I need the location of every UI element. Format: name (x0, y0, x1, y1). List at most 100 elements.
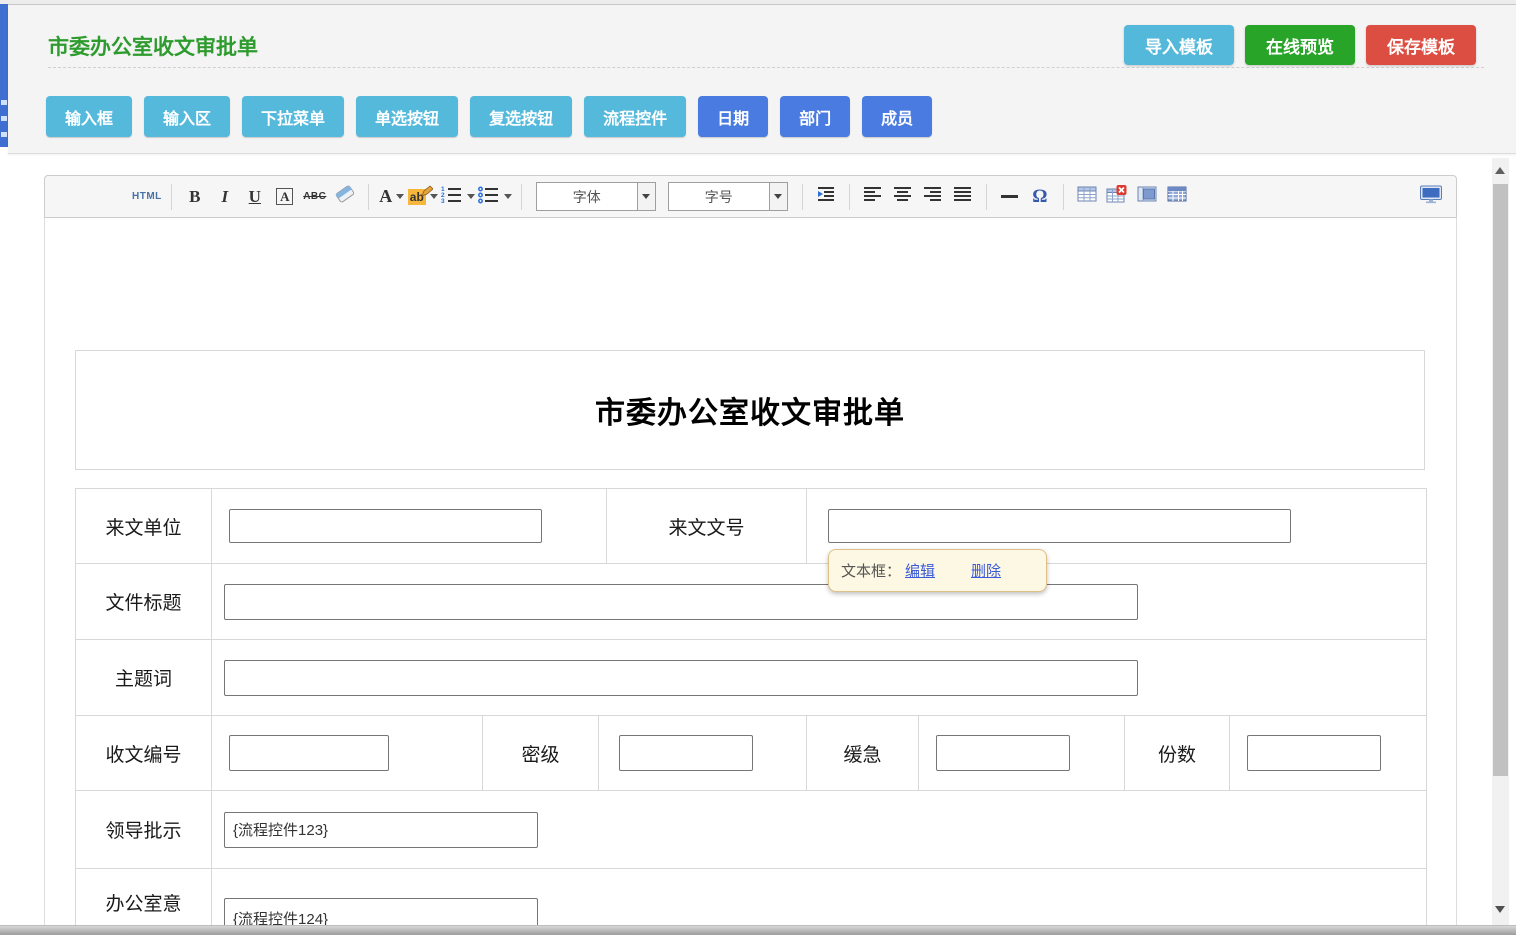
input-cell (212, 564, 1426, 639)
label-cell: 来文文号 (607, 489, 807, 563)
save-template-button[interactable]: 保存模板 (1366, 25, 1476, 65)
chevron-down-icon (467, 194, 475, 199)
indent-icon (816, 184, 836, 209)
sliver-mark (1, 132, 7, 137)
form-title: 市委办公室收文审批单 (595, 388, 905, 432)
toolbar-separator (802, 184, 803, 210)
unordered-list-icon (477, 184, 500, 209)
input-cell (212, 640, 1426, 715)
strikethrough-button[interactable]: ABC (301, 182, 329, 212)
align-left-icon (863, 185, 882, 209)
label-cell: 份数 (1125, 716, 1230, 790)
align-justify-button[interactable] (949, 182, 977, 212)
insert-member-button[interactable]: 成员 (862, 96, 932, 137)
highlight-color-button[interactable]: ab (408, 182, 438, 212)
label-cell: 来文单位 (76, 489, 212, 563)
pencil-icon (421, 184, 433, 202)
align-justify-icon (953, 185, 972, 209)
font-color-button[interactable]: A (378, 182, 406, 212)
table-properties-button[interactable] (1163, 182, 1191, 212)
urgency-input[interactable] (936, 735, 1070, 771)
bold-button[interactable]: B (181, 182, 209, 212)
import-template-button[interactable]: 导入模板 (1124, 25, 1234, 65)
ordered-list-button[interactable]: 123 (440, 182, 475, 212)
form-title-box: 市委办公室收文审批单 (75, 350, 1425, 470)
special-char-button[interactable]: Ω (1026, 182, 1054, 212)
left-window-sliver (0, 4, 8, 147)
insert-date-button[interactable]: 日期 (698, 96, 768, 137)
align-left-button[interactable] (859, 182, 887, 212)
label-cell: 密级 (483, 716, 599, 790)
horizontal-rule-icon (1001, 195, 1018, 198)
insert-radio-button[interactable]: 单选按钮 (356, 96, 458, 137)
scroll-up-arrow-icon[interactable] (1495, 167, 1505, 174)
input-cell (212, 489, 607, 563)
scrollbar-thumb[interactable] (1493, 184, 1508, 776)
incoming-number-input[interactable] (828, 509, 1291, 543)
remove-format-button[interactable] (331, 182, 359, 212)
eraser-icon (334, 184, 356, 209)
copies-count-input[interactable] (1247, 735, 1381, 771)
control-buttons-row: 输入框 输入区 下拉菜单 单选按钮 复选按钮 流程控件 日期 部门 成员 (46, 96, 932, 137)
align-right-button[interactable] (919, 182, 947, 212)
header-divider (48, 67, 1484, 68)
toolbar-separator (986, 184, 987, 210)
chevron-down-icon (774, 194, 782, 199)
italic-button[interactable]: I (211, 182, 239, 212)
vertical-scrollbar[interactable] (1492, 158, 1509, 925)
input-cell (212, 716, 483, 790)
font-family-select[interactable]: 字体 (536, 182, 656, 211)
align-right-icon (923, 185, 942, 209)
toolbar-separator (521, 184, 522, 210)
input-cell (212, 791, 1426, 868)
insert-input-box-button[interactable]: 输入框 (46, 96, 132, 137)
leader-instructions-input[interactable] (224, 812, 538, 848)
merge-cells-icon (1137, 185, 1157, 208)
fullscreen-button[interactable] (1417, 182, 1445, 212)
secrecy-level-input[interactable] (619, 735, 753, 771)
edit-control-link[interactable]: 编辑 (905, 560, 935, 581)
chevron-down-icon (642, 194, 650, 199)
serial-number-input[interactable] (229, 735, 389, 771)
toolbar-separator (368, 184, 369, 210)
horizontal-rule-button[interactable] (996, 182, 1024, 212)
font-size-select[interactable]: 字号 (668, 182, 788, 211)
source-code-button[interactable]: HTML (132, 182, 162, 212)
underline-button[interactable]: U (241, 182, 269, 212)
merge-cells-button[interactable] (1133, 182, 1161, 212)
sliver-mark (1, 116, 7, 121)
table-properties-icon (1167, 185, 1187, 208)
input-cell (1230, 716, 1426, 790)
ordered-list-icon: 123 (440, 184, 463, 209)
table-icon (1077, 185, 1097, 208)
toolbar-separator (1063, 184, 1064, 210)
subject-words-input[interactable] (224, 660, 1138, 696)
delete-control-link[interactable]: 删除 (971, 560, 1001, 581)
insert-dropdown-button[interactable]: 下拉菜单 (242, 96, 344, 137)
sliver-mark (1, 100, 7, 105)
border-text-button[interactable]: A (271, 182, 299, 212)
insert-checkbox-button[interactable]: 复选按钮 (470, 96, 572, 137)
input-cell (919, 716, 1125, 790)
delete-table-button[interactable] (1103, 182, 1131, 212)
insert-department-button[interactable]: 部门 (780, 96, 850, 137)
select-arrow[interactable] (769, 183, 787, 210)
form-table: 来文单位 来文文号 文件标题 主题词 收文编号 (75, 488, 1427, 935)
insert-flow-control-button[interactable]: 流程控件 (584, 96, 686, 137)
table-row: 领导批示 (76, 791, 1426, 869)
align-center-button[interactable] (889, 182, 917, 212)
table-row: 来文单位 来文文号 (76, 489, 1426, 564)
insert-textarea-button[interactable]: 输入区 (144, 96, 230, 137)
tooltip-type-label: 文本框： (841, 560, 901, 581)
insert-table-button[interactable] (1073, 182, 1101, 212)
indent-button[interactable] (812, 182, 840, 212)
incoming-unit-input[interactable] (229, 509, 542, 543)
select-arrow[interactable] (637, 183, 655, 210)
online-preview-button[interactable]: 在线预览 (1245, 25, 1355, 65)
control-tooltip: 文本框： 编辑 删除 (828, 549, 1047, 592)
table-row: 文件标题 (76, 564, 1426, 640)
align-center-icon (893, 185, 912, 209)
input-cell (599, 716, 807, 790)
scroll-down-arrow-icon[interactable] (1495, 906, 1505, 913)
unordered-list-button[interactable] (477, 182, 512, 212)
